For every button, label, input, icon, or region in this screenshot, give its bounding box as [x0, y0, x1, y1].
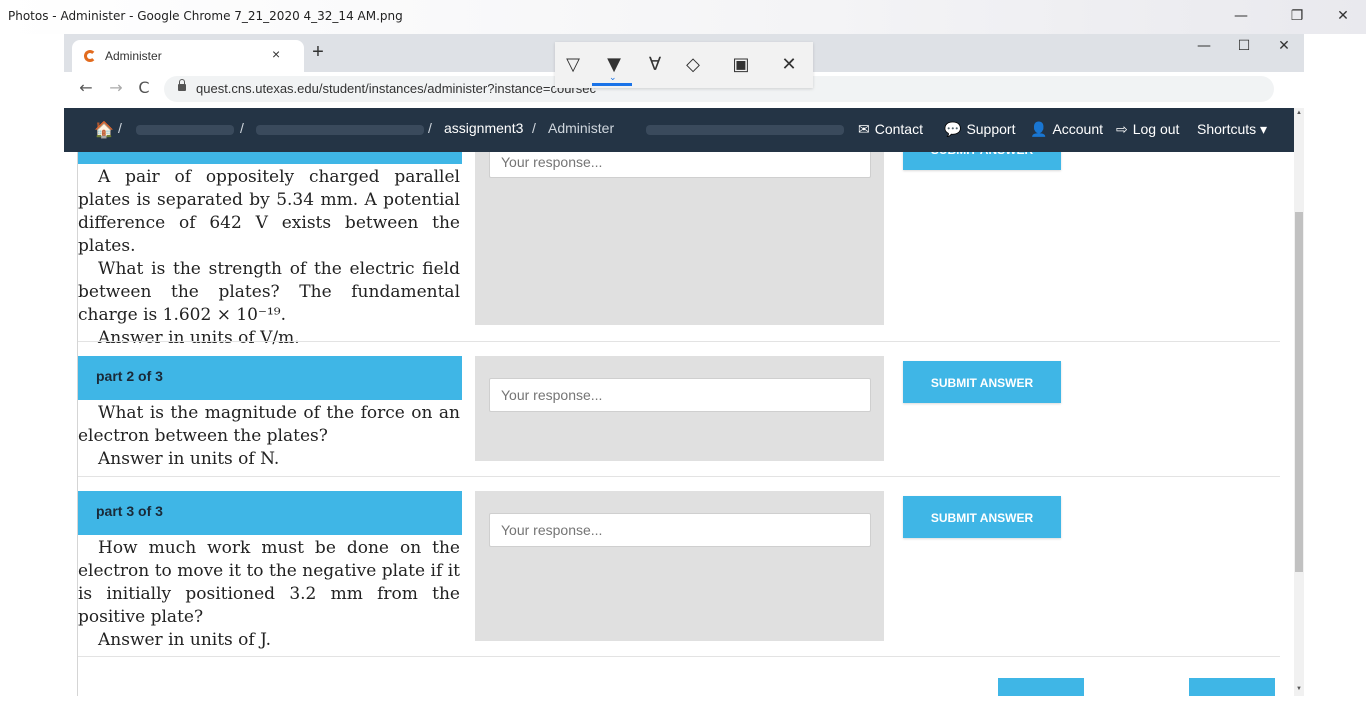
chrome-close-button[interactable]: ✕: [1264, 38, 1304, 54]
home-icon[interactable]: 🏠: [94, 120, 114, 140]
breadcrumb-separator: /: [532, 120, 536, 136]
answer-units: Answer in units of J.: [98, 630, 272, 650]
photos-restore-button[interactable]: ❐: [1282, 4, 1312, 28]
chrome-minimize-button[interactable]: —: [1184, 38, 1224, 54]
response-area: [475, 152, 884, 325]
photos-close-button[interactable]: ✕: [1328, 4, 1358, 28]
shortcuts-dropdown[interactable]: Shortcuts ▾: [1197, 121, 1267, 138]
part-header: part 2 of 3: [78, 356, 462, 400]
submit-answer-button[interactable]: SUBMIT ANSWER: [903, 496, 1061, 538]
submit-answer-button[interactable]: SUBMIT ANSWER: [903, 361, 1061, 403]
next-button[interactable]: [1189, 678, 1275, 696]
photos-minimize-button[interactable]: —: [1226, 4, 1256, 28]
reload-button[interactable]: C: [132, 78, 156, 97]
question-paragraph: What is the magnitude of the force on an…: [78, 403, 460, 446]
response-area: [475, 356, 884, 461]
contact-link[interactable]: ✉ Contact: [858, 121, 923, 138]
breadcrumb-separator: /: [240, 120, 244, 136]
chevron-down-icon: ⌄: [609, 72, 617, 82]
new-tab-button[interactable]: +: [304, 41, 332, 64]
assignment-content: A pair of oppositely charged parallel pl…: [64, 152, 1294, 696]
question-paragraph: A pair of oppositely charged parallel pl…: [78, 167, 460, 256]
envelope-icon: ✉: [858, 121, 870, 137]
question-separator: [78, 656, 1280, 657]
question-separator: [78, 341, 1280, 342]
chrome-maximize-button[interactable]: ☐: [1224, 38, 1264, 54]
back-button[interactable]: ←: [74, 78, 98, 97]
question-part-2: part 2 of 3 What is the magnitude of the…: [78, 356, 462, 471]
question-paragraph: How much work must be done on the electr…: [78, 538, 460, 627]
question-text: A pair of oppositely charged parallel pl…: [78, 166, 462, 350]
question-text: What is the magnitude of the force on an…: [78, 402, 462, 471]
question-part-1: A pair of oppositely charged parallel pl…: [78, 152, 462, 350]
response-input[interactable]: [489, 152, 871, 178]
account-link[interactable]: 👤 Account: [1030, 121, 1103, 138]
answer-units: Answer in units of V/m.: [98, 328, 300, 348]
lock-icon: [178, 79, 186, 91]
sign-out-icon: ⇨: [1116, 121, 1128, 137]
user-icon: 👤: [1030, 121, 1048, 137]
chrome-window: Administer × + — ☐ ✕ ← → C quest.cns.ute…: [64, 34, 1304, 696]
page-scrollbar[interactable]: ▲ ▼: [1294, 108, 1304, 696]
question-text: How much work must be done on the electr…: [78, 537, 462, 652]
eraser-icon[interactable]: ◇: [681, 54, 705, 75]
tab-title: Administer: [105, 49, 162, 63]
site-favicon-icon: [84, 50, 96, 62]
breadcrumb-assignment[interactable]: assignment3: [444, 120, 523, 136]
part-header: part 3 of 3: [78, 491, 462, 535]
response-area: [475, 491, 884, 641]
site-navbar: 🏠 / / / assignment3 / Administer ✉ Contac…: [64, 108, 1294, 152]
forward-button[interactable]: →: [104, 78, 128, 97]
ballpoint-pen-icon[interactable]: ▽: [561, 54, 585, 75]
previous-button[interactable]: [998, 678, 1084, 696]
response-input[interactable]: [489, 378, 871, 412]
close-annotation-icon[interactable]: ✕: [777, 54, 801, 75]
photos-title-bar: Photos - Administer - Google Chrome 7_21…: [0, 0, 1366, 34]
breadcrumb-separator: /: [118, 120, 122, 136]
save-icon[interactable]: ▣: [729, 54, 753, 75]
redacted-scribble: [646, 125, 844, 135]
scroll-up-arrow-icon[interactable]: ▲: [1294, 110, 1304, 116]
submit-answer-button[interactable]: SUBMIT ANSWER: [903, 152, 1061, 170]
tab-close-icon[interactable]: ×: [272, 46, 280, 62]
question-separator: [78, 476, 1280, 477]
scroll-thumb[interactable]: [1295, 212, 1303, 572]
breadcrumb-separator: /: [428, 120, 432, 136]
url-text[interactable]: quest.cns.utexas.edu/student/instances/a…: [196, 81, 596, 96]
photos-window-title: Photos - Administer - Google Chrome 7_21…: [8, 9, 403, 23]
highlighter-icon[interactable]: ∀: [643, 54, 667, 75]
support-link[interactable]: 💬 Support: [944, 121, 1015, 138]
scroll-down-arrow-icon[interactable]: ▼: [1294, 686, 1304, 692]
tab-administer[interactable]: Administer ×: [72, 40, 304, 72]
active-tool-indicator: [592, 83, 632, 86]
chat-icon: 💬: [944, 121, 962, 137]
response-input[interactable]: [489, 513, 871, 547]
question-paragraph: What is the strength of the electric fie…: [78, 259, 460, 325]
redacted-scribble: [136, 125, 234, 135]
part-header: [78, 152, 462, 164]
answer-units: Answer in units of N.: [98, 449, 280, 469]
question-part-3: part 3 of 3 How much work must be done o…: [78, 491, 462, 652]
redacted-scribble: [256, 125, 424, 135]
logout-link[interactable]: ⇨ Log out: [1116, 121, 1179, 138]
annotation-toolbar: ▽ ▼ ∀ ◇ ▣ ✕: [555, 42, 813, 88]
breadcrumb-current: Administer: [548, 120, 615, 136]
